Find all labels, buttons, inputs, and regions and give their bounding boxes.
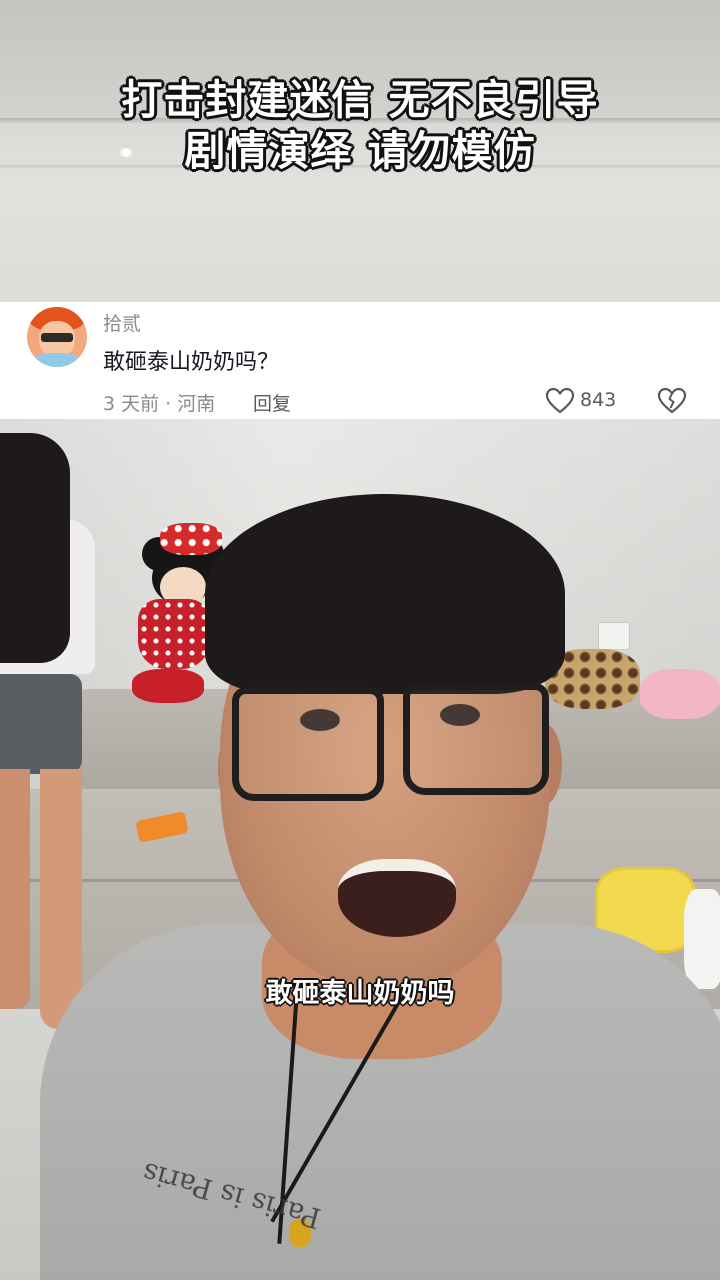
plush-toy-feet xyxy=(132,669,204,703)
white-bag xyxy=(684,889,720,989)
video-subtitle: 敢砸泰山奶奶吗 xyxy=(265,978,455,1009)
person-mouth xyxy=(338,859,456,937)
plush-toy-body xyxy=(138,599,210,669)
like-count: 843 xyxy=(580,389,617,411)
person-background-shorts xyxy=(0,674,82,774)
glasses-lens xyxy=(403,683,549,795)
broken-heart-icon[interactable] xyxy=(657,386,687,416)
avatar[interactable] xyxy=(27,307,87,367)
warning-caption-line1: 打击封建迷信 无不良引导 xyxy=(121,76,599,124)
avatar-glasses xyxy=(41,333,73,342)
pink-pillow xyxy=(640,669,720,719)
comment-meta: 3 天前 · 河南 xyxy=(103,393,216,415)
person-background-leg xyxy=(0,769,30,1009)
reply-button[interactable]: 回复 xyxy=(253,389,291,416)
comment-text: 敢砸泰山奶奶吗？ xyxy=(103,350,280,375)
warning-caption-line2: 剧情演绎 请勿模仿 xyxy=(184,127,536,175)
avatar-body xyxy=(33,353,81,367)
wall-outlet xyxy=(598,622,630,650)
person-background-hair xyxy=(0,433,70,663)
person-hair xyxy=(205,494,565,694)
glasses-lens xyxy=(232,687,384,801)
heart-outline-icon[interactable] xyxy=(545,386,575,416)
plush-toy-bow xyxy=(160,523,222,555)
comment-username[interactable]: 拾贰 xyxy=(103,309,141,336)
bottom-video-frame[interactable]: Paris is Paris xyxy=(0,419,720,1280)
